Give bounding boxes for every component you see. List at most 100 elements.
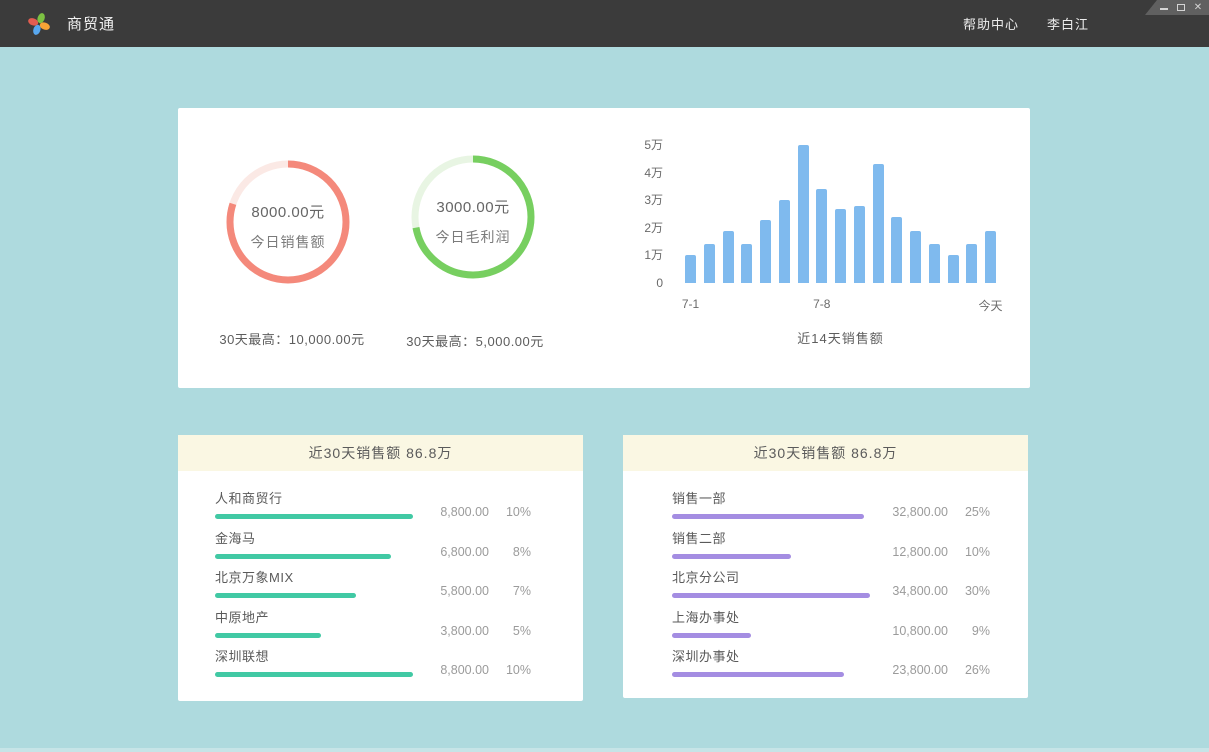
rank-value-bar bbox=[672, 593, 870, 598]
rank-values: 6,800.00 8% bbox=[417, 545, 531, 559]
rank-row: 深圳联想8,800.0010% bbox=[215, 649, 531, 689]
rank-row: 中原地产3,800.005% bbox=[215, 610, 531, 650]
sales-chart-y-axis: 01万2万3万4万5万 bbox=[613, 145, 663, 283]
rank-value-bar bbox=[672, 554, 791, 559]
rank-percent: 10% bbox=[499, 505, 531, 519]
rank-row: 人和商贸行8,800.0010% bbox=[215, 491, 531, 531]
sales-chart-x-axis: 7-17-8今天 bbox=[685, 297, 996, 313]
rank-row: 深圳办事处23,800.0026% bbox=[672, 649, 990, 689]
sales-bar bbox=[891, 217, 902, 283]
rank-values: 3,800.00 5% bbox=[417, 624, 531, 638]
rank-amount: 8,800.00 bbox=[417, 505, 489, 519]
close-button[interactable]: ✕ bbox=[1193, 3, 1203, 13]
y-tick-label: 1万 bbox=[644, 248, 663, 262]
y-tick-label: 4万 bbox=[644, 166, 663, 180]
customer-card-title: 近30天销售额 86.8万 bbox=[178, 435, 583, 471]
maximize-button[interactable] bbox=[1176, 3, 1186, 13]
rank-values: 8,800.00 10% bbox=[417, 663, 531, 677]
rank-amount: 32,800.00 bbox=[876, 505, 948, 519]
rank-value-bar bbox=[672, 633, 751, 638]
close-icon: ✕ bbox=[1194, 3, 1202, 13]
sales-bar-chart bbox=[685, 145, 996, 283]
user-name-menu[interactable]: 李白江 bbox=[1047, 14, 1089, 33]
rank-values: 23,800.0026% bbox=[876, 663, 990, 677]
rank-values: 32,800.0025% bbox=[876, 505, 990, 519]
rank-row: 上海办事处10,800.009% bbox=[672, 610, 990, 650]
rank-amount: 5,800.00 bbox=[417, 584, 489, 598]
sales-chart-caption: 近14天销售额 bbox=[685, 328, 996, 347]
rank-value-bar bbox=[215, 672, 413, 677]
today-profit-donut: 3000.00元 今日毛利润 bbox=[411, 155, 535, 279]
rank-percent: 8% bbox=[499, 545, 531, 559]
sales-bar bbox=[816, 189, 827, 283]
x-tick-label: 今天 bbox=[978, 297, 1002, 314]
today-summary-card: 8000.00元 今日销售额 30天最高：10,000.00元 3000.00元… bbox=[178, 108, 1030, 388]
rank-value-bar bbox=[215, 514, 413, 519]
sales-bar bbox=[929, 244, 940, 283]
sales-bar bbox=[704, 244, 715, 283]
customer-rank-list: 人和商贸行8,800.0010%金海马6,800.008%北京万象MIX5,80… bbox=[178, 471, 583, 689]
minimize-button[interactable] bbox=[1159, 3, 1169, 13]
rank-value-bar bbox=[215, 593, 356, 598]
rank-amount: 23,800.00 bbox=[876, 663, 948, 677]
sales-bar bbox=[685, 255, 696, 283]
sales-bar bbox=[910, 231, 921, 283]
rank-amount: 3,800.00 bbox=[417, 624, 489, 638]
rank-row: 北京万象MIX5,800.007% bbox=[215, 570, 531, 610]
sales-bar bbox=[835, 209, 846, 284]
x-tick-label: 7-8 bbox=[813, 297, 830, 311]
titlebar: 商贸通 帮助中心 李白江 ✕ bbox=[0, 0, 1209, 47]
today-sales-label: 今日销售额 bbox=[251, 232, 326, 252]
today-profit-value: 3000.00元 bbox=[436, 196, 509, 217]
rank-row: 金海马6,800.008% bbox=[215, 531, 531, 571]
rank-values: 34,800.00 30% bbox=[876, 584, 990, 598]
rank-amount: 8,800.00 bbox=[417, 663, 489, 677]
today-sales-value: 8000.00元 bbox=[251, 201, 324, 222]
rank-value-bar bbox=[215, 554, 391, 559]
rank-row: 销售一部32,800.0025% bbox=[672, 491, 990, 531]
rank-value-bar bbox=[672, 514, 864, 519]
window-bottom-edge bbox=[0, 748, 1209, 752]
rank-value-bar bbox=[672, 672, 844, 677]
help-center-link[interactable]: 帮助中心 bbox=[963, 14, 1019, 33]
sales-bar bbox=[966, 244, 977, 283]
department-card-title: 近30天销售额 86.8万 bbox=[623, 435, 1028, 471]
today-profit-30d-max: 30天最高：5,000.00元 bbox=[365, 331, 585, 350]
y-tick-label: 3万 bbox=[644, 193, 663, 207]
rank-value-bar bbox=[215, 633, 321, 638]
today-sales-donut: 8000.00元 今日销售额 bbox=[226, 160, 350, 284]
y-tick-label: 0 bbox=[656, 276, 663, 290]
rank-percent: 9% bbox=[958, 624, 990, 638]
rank-amount: 34,800.00 bbox=[876, 584, 948, 598]
sales-bar bbox=[798, 145, 809, 283]
rank-values: 12,800.00 10% bbox=[876, 545, 990, 559]
rank-amount: 12,800.00 bbox=[876, 545, 948, 559]
sales-bar bbox=[854, 206, 865, 283]
sales-bar bbox=[741, 244, 752, 283]
department-sales-rank-card: 近30天销售额 86.8万 销售一部32,800.0025%销售二部12,800… bbox=[623, 435, 1028, 698]
rank-percent: 7% bbox=[499, 584, 531, 598]
sales-bar bbox=[779, 200, 790, 283]
rank-values: 5,800.00 7% bbox=[417, 584, 531, 598]
rank-values: 10,800.00 9% bbox=[876, 624, 990, 638]
department-rank-list: 销售一部32,800.0025%销售二部12,800.0010%北京分公司34,… bbox=[623, 471, 1028, 689]
app-window: { "titlebar": { "app_title": "商贸通", "hel… bbox=[0, 0, 1209, 752]
app-title: 商贸通 bbox=[67, 13, 115, 34]
window-controls: ✕ bbox=[1145, 0, 1209, 15]
y-tick-label: 2万 bbox=[644, 221, 663, 235]
sales-bar bbox=[760, 220, 771, 284]
rank-percent: 10% bbox=[958, 545, 990, 559]
rank-amount: 6,800.00 bbox=[417, 545, 489, 559]
rank-amount: 10,800.00 bbox=[876, 624, 948, 638]
rank-percent: 30% bbox=[958, 584, 990, 598]
rank-row: 北京分公司34,800.0030% bbox=[672, 570, 990, 610]
rank-percent: 10% bbox=[499, 663, 531, 677]
maximize-icon bbox=[1177, 4, 1185, 11]
today-profit-label: 今日毛利润 bbox=[436, 227, 511, 247]
sales-bar bbox=[948, 255, 959, 283]
sales-bar bbox=[723, 231, 734, 283]
sales-bar bbox=[985, 231, 996, 283]
rank-percent: 5% bbox=[499, 624, 531, 638]
y-tick-label: 5万 bbox=[644, 138, 663, 152]
app-logo-pinwheel-icon bbox=[27, 12, 51, 36]
